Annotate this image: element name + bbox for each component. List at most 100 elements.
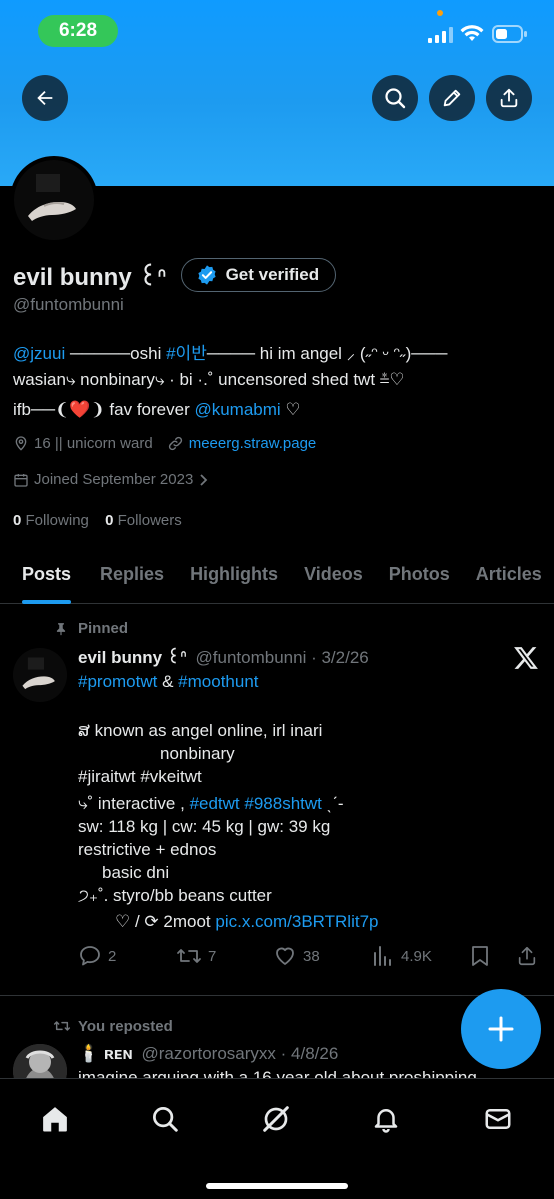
post-line-10: ♡ / ⟳ 2moot pic.x.com/3BRTRlit7p <box>115 912 379 931</box>
hashtag-moothunt[interactable]: #moothunt <box>178 672 258 691</box>
grok-icon <box>263 1106 289 1132</box>
verified-badge-icon <box>197 265 216 285</box>
like-button[interactable]: 38 <box>273 944 320 968</box>
privacy-indicator <box>437 10 443 16</box>
chevron-right-icon <box>200 473 208 486</box>
tab-posts[interactable]: Posts <box>22 550 72 604</box>
repost-text: imagine arguing with a 16 year old about… <box>78 1068 477 1078</box>
post-hashtags-jirai-vkei[interactable]: #jiraitwt #vkeitwt <box>78 765 202 788</box>
nav-notifications[interactable] <box>368 1101 404 1137</box>
back-button[interactable] <box>22 75 68 121</box>
profile-avatar[interactable] <box>10 156 98 244</box>
nav-explore[interactable] <box>147 1101 183 1137</box>
repost-author-avatar[interactable] <box>13 1044 67 1078</box>
bottom-navigation <box>0 1078 554 1199</box>
bookmark-icon <box>472 946 488 966</box>
repost-indicator-icon <box>52 1018 72 1039</box>
joined-date: Joined September 2023 <box>34 471 194 488</box>
repost-author-handle[interactable]: @razortorosaryxx <box>142 1044 276 1063</box>
pencil-icon <box>443 89 461 107</box>
bookmark-button[interactable] <box>469 944 491 973</box>
hashtag-promotwt[interactable]: #promotwt <box>78 672 157 691</box>
share-icon <box>500 88 518 108</box>
plus-icon <box>488 1016 514 1042</box>
reply-button[interactable]: 2 <box>78 944 116 968</box>
post-hashtags-ed[interactable]: #edtwt #988shtwt <box>190 794 322 813</box>
post-author-name[interactable]: evil bunny ꒰ᐢ <box>78 648 187 667</box>
search-icon <box>385 88 406 109</box>
pin-icon <box>54 621 68 642</box>
compose-post-button[interactable] <box>461 989 541 1069</box>
bio-hashtag[interactable]: #이반 <box>166 344 207 363</box>
battery-icon <box>492 24 528 49</box>
tab-highlights[interactable]: Highlights <box>190 550 278 603</box>
heart-icon <box>276 947 294 965</box>
tab-photos[interactable]: Photos <box>389 550 450 603</box>
tab-videos[interactable]: Videos <box>304 550 363 603</box>
bio-line-1: @jzuui ─────oshi #이반──── hi im angel ⸝ (… <box>13 344 448 363</box>
search-icon <box>153 1107 178 1132</box>
like-count: 38 <box>303 947 320 965</box>
x-logo-icon[interactable] <box>513 646 539 675</box>
tab-replies[interactable]: Replies <box>100 550 164 603</box>
post-date[interactable]: · 3/2/26 <box>311 648 369 667</box>
status-time: 6:28 <box>38 15 118 47</box>
followers-link[interactable]: 0 Followers <box>105 512 182 529</box>
following-link[interactable]: 0 Following <box>13 512 89 529</box>
profile-location: 16 || unicorn ward <box>34 434 153 452</box>
avatar-photo <box>13 1044 67 1078</box>
nav-messages[interactable] <box>480 1101 516 1137</box>
post-line-3: nonbinary <box>160 744 235 763</box>
calendar-icon <box>14 473 28 487</box>
share-icon <box>518 946 536 966</box>
profile-website-link[interactable]: meeerg.straw.page <box>189 435 317 452</box>
post-line-8: basic dni <box>102 863 170 882</box>
nav-grok[interactable] <box>258 1101 294 1137</box>
bio-mention-jzuui[interactable]: @jzuui <box>13 344 65 363</box>
repost-button[interactable]: 7 <box>176 944 216 968</box>
post-avatar[interactable] <box>13 648 67 702</box>
avatar-photo <box>14 160 94 240</box>
repost-header: 🕯️ ʀᴇɴ @razortorosaryxx · 4/8/26 <box>78 1044 338 1064</box>
joined-row[interactable]: Joined September 2023 <box>13 471 209 488</box>
search-button[interactable] <box>372 75 418 121</box>
back-arrow-icon <box>37 90 53 106</box>
link-icon <box>168 436 182 450</box>
post-line-7: restrictive + ednos <box>78 840 217 859</box>
home-icon <box>43 1107 67 1132</box>
post-media-link[interactable]: pic.x.com/3BRTRlit7p <box>215 912 378 931</box>
views-icon <box>374 946 391 966</box>
tab-articles[interactable]: Articles <box>476 550 542 603</box>
location-icon <box>15 436 27 451</box>
profile-name-row: evil bunny ꒰ᐢ Get verified <box>13 258 337 292</box>
post-author-handle[interactable]: @funtombunni <box>196 648 307 667</box>
wifi-icon <box>460 25 484 48</box>
follow-counts: 0 Following 0 Followers <box>13 512 182 529</box>
reply-count: 2 <box>108 947 117 965</box>
cellular-signal-icon <box>428 27 454 48</box>
get-verified-label: Get verified <box>225 265 320 284</box>
mail-icon <box>485 1109 511 1129</box>
post-line-6: sw: 118 kg | cw: 45 kg | gw: 39 kg <box>78 817 331 836</box>
post-line-5: ⤷˚ interactive , #edtwt #988shtwt ˎˊ- <box>78 794 344 813</box>
home-indicator <box>206 1183 348 1189</box>
profile-tabs: Posts Replies Highlights Videos Photos A… <box>0 550 554 604</box>
post-line-9: ੭₊˚. styro/bb beans cutter <box>78 886 272 905</box>
repost-author-name[interactable]: 🕯️ ʀᴇɴ <box>78 1044 133 1063</box>
reply-icon <box>80 946 100 966</box>
avatar-photo <box>13 648 67 702</box>
get-verified-button[interactable]: Get verified <box>180 258 337 292</box>
bio-line-3: ifb──❨❤️❩ fav forever @kumabmi ♡ <box>13 400 301 419</box>
repost-date[interactable]: · 4/8/26 <box>281 1044 339 1063</box>
share-profile-button[interactable] <box>486 75 532 121</box>
repost-count: 7 <box>208 947 217 965</box>
post-header: evil bunny ꒰ᐢ @funtombunni · 3/2/26 <box>78 646 369 668</box>
views-button[interactable]: 4.9K <box>371 944 432 968</box>
bio-mention-kumabmi[interactable]: @kumabmi <box>194 400 280 419</box>
bell-icon <box>374 1109 398 1133</box>
nav-home[interactable] <box>37 1101 73 1137</box>
post-share-button[interactable] <box>516 944 538 973</box>
repost-icon <box>177 949 201 963</box>
edit-profile-button[interactable] <box>429 75 475 121</box>
profile-handle: @funtombunni <box>13 295 124 314</box>
